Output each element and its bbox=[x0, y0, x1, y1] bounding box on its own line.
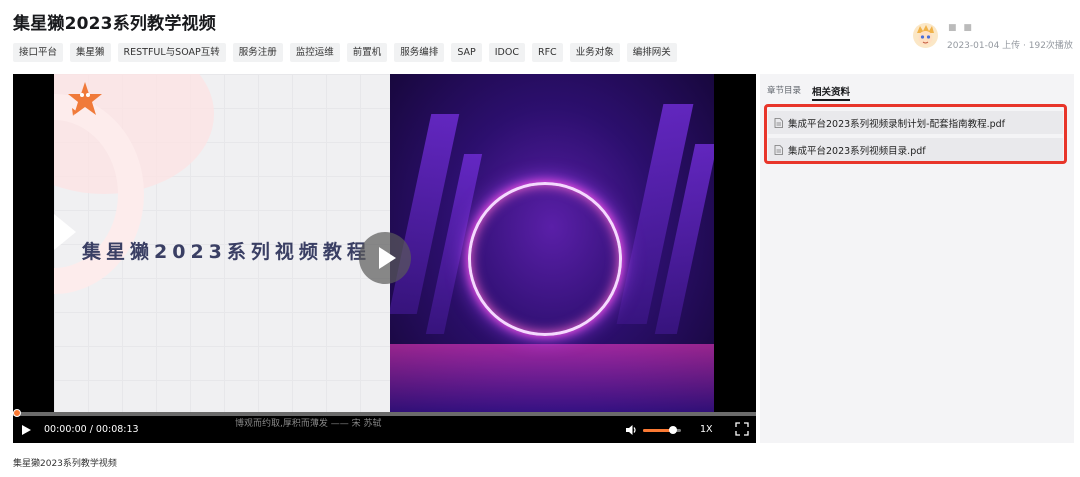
tag-item[interactable]: 前置机 bbox=[346, 43, 388, 62]
video-caption: 集星獭2023系列教学视频 bbox=[13, 459, 117, 469]
upload-meta: 2023-01-04 上传 · 192次播放 bbox=[947, 41, 1073, 51]
tag-item[interactable]: SAP bbox=[451, 43, 482, 62]
duration: 00:08:13 bbox=[95, 424, 139, 435]
file-item[interactable]: 集成平台2023系列视频录制计划-配套指南教程.pdf bbox=[768, 111, 1063, 134]
document-icon bbox=[774, 117, 783, 128]
tag-item[interactable]: 接口平台 bbox=[13, 43, 64, 62]
tag-item[interactable]: 监控运维 bbox=[289, 43, 340, 62]
slide-title: 集星獭2023系列视频教程 bbox=[82, 241, 371, 263]
side-tabs: 章节目录 相关资料 bbox=[767, 84, 851, 101]
tag-item[interactable]: RESTFUL与SOAP互转 bbox=[117, 43, 226, 62]
progress-bar[interactable] bbox=[13, 412, 756, 416]
play-overlay-button[interactable] bbox=[359, 232, 411, 284]
fullscreen-icon[interactable] bbox=[735, 422, 749, 436]
tag-item[interactable]: RFC bbox=[531, 43, 563, 62]
tag-item[interactable]: 集星獭 bbox=[70, 43, 111, 62]
uploader-info: ■ ■ 2023-01-04 上传 · 192次播放 bbox=[913, 20, 1073, 52]
play-icon[interactable] bbox=[22, 425, 31, 435]
file-item[interactable]: 集成平台2023系列视频目录.pdf bbox=[768, 138, 1063, 161]
side-panel: 章节目录 相关资料 集成平台2023系列视频录制计划-配套指南教程.pdf 集成… bbox=[760, 74, 1074, 443]
video-frame-neon bbox=[390, 74, 714, 414]
video-player[interactable]: 集星獭2023系列视频教程 博观而约取,厚积而薄发 —— 宋 苏轼 00:00:… bbox=[13, 74, 756, 443]
document-icon bbox=[774, 144, 783, 155]
playback-speed-button[interactable]: 1X bbox=[700, 424, 713, 435]
volume-knob[interactable] bbox=[669, 426, 678, 434]
slide-arrow-decoration bbox=[54, 214, 76, 250]
time-separator: / bbox=[86, 424, 96, 435]
volume-icon[interactable] bbox=[624, 423, 638, 437]
current-time: 00:00:00 bbox=[44, 424, 87, 435]
tag-item[interactable]: 编排网关 bbox=[626, 43, 677, 62]
tag-item[interactable]: IDOC bbox=[488, 43, 525, 62]
neon-floor bbox=[390, 344, 714, 414]
file-name: 集成平台2023系列视频目录.pdf bbox=[788, 145, 926, 157]
volume-slider[interactable] bbox=[643, 426, 681, 434]
tag-item[interactable]: 服务注册 bbox=[232, 43, 283, 62]
video-frame-slide: 集星獭2023系列视频教程 bbox=[54, 74, 390, 414]
uploader-name[interactable]: ■ ■ bbox=[948, 23, 974, 33]
page-title: 集星獭2023系列教学视频 bbox=[13, 14, 216, 34]
neon-ring bbox=[468, 182, 622, 336]
tag-item[interactable]: 服务编排 bbox=[394, 43, 445, 62]
otter-logo-icon bbox=[68, 82, 102, 116]
progress-handle[interactable] bbox=[13, 409, 21, 417]
tag-item[interactable]: 业务对象 bbox=[569, 43, 620, 62]
file-name: 集成平台2023系列视频录制计划-配套指南教程.pdf bbox=[788, 118, 1006, 130]
avatar[interactable] bbox=[913, 23, 938, 48]
tab-related-materials[interactable]: 相关资料 bbox=[812, 84, 851, 101]
control-bar: 00:00:00 / 00:08:13 1X bbox=[13, 417, 756, 443]
tab-chapters[interactable]: 章节目录 bbox=[767, 84, 801, 101]
time-display: 00:00:00 / 00:08:13 bbox=[44, 424, 139, 435]
file-list: 集成平台2023系列视频录制计划-配套指南教程.pdf 集成平台2023系列视频… bbox=[764, 104, 1067, 164]
tag-list: 接口平台 集星獭 RESTFUL与SOAP互转 服务注册 监控运维 前置机 服务… bbox=[13, 43, 677, 62]
